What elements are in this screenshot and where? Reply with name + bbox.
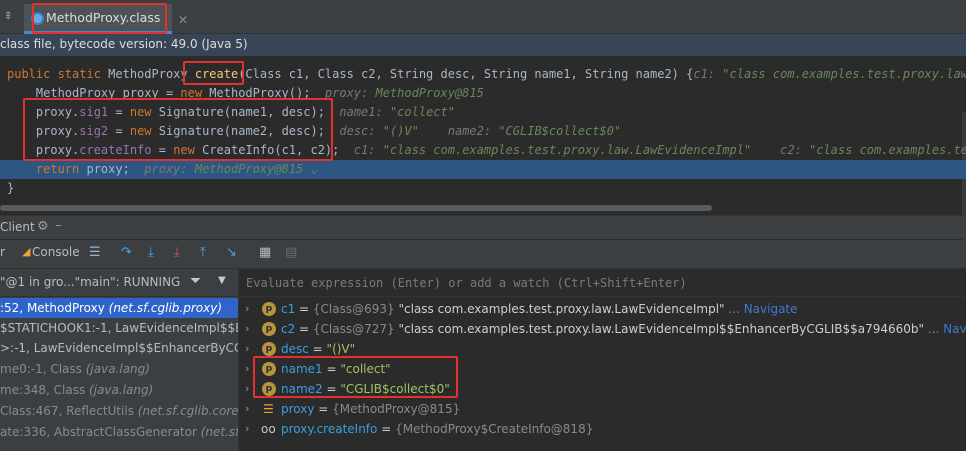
chevron-down-icon[interactable]: ▼ xyxy=(218,275,226,286)
variable-row[interactable]: › p desc = "()V" xyxy=(239,339,966,359)
parameter-icon: p xyxy=(262,362,276,376)
variable-row[interactable]: › p c2 = {Class@727} "class com.examples… xyxy=(239,319,966,339)
thread-status: "@1 in gro..."main": RUNNING xyxy=(0,275,181,289)
variable-row[interactable]: › oo proxy.createInfo = {MethodProxy$Cre… xyxy=(239,419,966,439)
step-over-icon[interactable]: ↷ xyxy=(121,245,132,260)
code-line-4: proxy.sig2 = new Signature(name2, desc);… xyxy=(7,124,622,138)
step-into-icon[interactable]: ⤓ xyxy=(148,245,154,260)
frame-item[interactable]: $STATICHOOK1:-1, LawEvidenceImpl$$En xyxy=(0,318,238,338)
variable-row[interactable]: › p name1 = "collect" xyxy=(239,359,966,379)
variable-row[interactable]: › ☰ proxy = {MethodProxy@815} xyxy=(239,399,966,419)
field-icon: ☰ xyxy=(263,402,274,416)
variable-row[interactable]: › p name2 = "CGLIB$collect$0" xyxy=(239,379,966,399)
watch-icon: oo xyxy=(261,422,276,436)
parameter-icon: p xyxy=(262,322,276,336)
expand-arrow-icon[interactable]: › xyxy=(245,319,249,339)
frame-item[interactable] xyxy=(0,443,238,451)
panel-title: Client xyxy=(0,220,35,234)
run-to-cursor-icon[interactable]: ↘ xyxy=(226,245,237,260)
debug-toolbar: r ◢ Console ☰ ↷ ⤓ ⤓ ⤒ ↘ ▦ ▤ xyxy=(0,240,966,269)
gear-icon[interactable]: ⚙ xyxy=(37,219,49,234)
expand-arrow-icon[interactable]: › xyxy=(245,359,249,379)
code-line-2: MethodProxy proxy = new MethodProxy(); p… xyxy=(7,86,484,100)
parameter-icon: p xyxy=(262,382,276,396)
evaluate-placeholder: Evaluate expression (Enter) or add a wat… xyxy=(246,276,687,290)
tab-methodproxy-class[interactable]: MethodProxy.class ✕ xyxy=(24,4,188,34)
minimize-icon[interactable]: – xyxy=(55,218,62,233)
step-out-icon[interactable]: ⤒ xyxy=(200,245,206,260)
frame-item[interactable]: me0:-1, Class (java.lang) xyxy=(0,359,238,379)
frames-list: :52, MethodProxy (net.sf.cglib.proxy) $S… xyxy=(0,297,238,451)
console-icon: ◢ xyxy=(22,245,31,258)
frame-item[interactable]: me:348, Class (java.lang) xyxy=(0,380,238,400)
class-file-icon xyxy=(31,12,44,25)
code-line-3: proxy.sig1 = new Signature(name1, desc);… xyxy=(7,105,455,119)
code-line-6: return proxy; proxy: MethodProxy@815 ⌄ xyxy=(7,162,318,176)
expand-arrow-icon[interactable]: › xyxy=(245,419,249,439)
variable-row[interactable]: › p c1 = {Class@693} "class com.examples… xyxy=(239,299,966,319)
expand-arrow-icon[interactable]: › xyxy=(245,299,249,319)
horizontal-scrollbar[interactable] xyxy=(0,205,712,211)
parameter-icon: p xyxy=(262,342,276,356)
tab-title: MethodProxy.class xyxy=(46,10,161,25)
expand-arrow-icon[interactable]: › xyxy=(245,379,249,399)
debug-panel-header: Client ⚙ – xyxy=(0,215,966,239)
editor-tab-bar: ⇞ MethodProxy.class ✕ xyxy=(0,0,966,34)
frame-item[interactable]: >:-1, LawEvidenceImpl$$EnhancerByCGLI xyxy=(0,338,238,358)
parameter-icon: p xyxy=(262,302,276,316)
code-line-5: proxy.createInfo = new CreateInfo(c1, c2… xyxy=(7,143,966,157)
code-editor[interactable]: public static MethodProxy create(Class c… xyxy=(0,56,966,262)
tab-console[interactable]: Console xyxy=(32,245,80,259)
evaluate-icon[interactable]: ▦ xyxy=(259,245,271,260)
bytecode-info-bar: class file, bytecode version: 49.0 (Java… xyxy=(0,34,966,56)
menu-icon[interactable]: ☰ xyxy=(89,245,101,260)
pin-icon[interactable]: ⇞ xyxy=(3,9,13,23)
expand-arrow-icon[interactable]: › xyxy=(245,339,249,359)
frame-item[interactable]: ate:336, AbstractClassGenerator (net.sf.… xyxy=(0,422,238,442)
filter-icon[interactable]: ⏷ xyxy=(190,273,201,289)
force-step-into-icon[interactable]: ⤓ xyxy=(174,245,180,260)
thread-selector[interactable]: "@1 in gro..."main": RUNNING ⏷ ▼ xyxy=(0,269,238,297)
frame-item[interactable]: Class:467, ReflectUtils (net.sf.cglib.co… xyxy=(0,401,238,421)
navigate-link[interactable]: Navigate xyxy=(943,322,966,336)
code-line-1: public static MethodProxy create(Class c… xyxy=(7,67,966,81)
debugger-tab[interactable]: r xyxy=(0,245,5,259)
variables-tree: › p c1 = {Class@693} "class com.examples… xyxy=(239,297,966,451)
frame-item[interactable]: :52, MethodProxy (net.sf.cglib.proxy) xyxy=(0,298,238,318)
chevron-down-icon[interactable]: ⌄ xyxy=(303,162,317,176)
navigate-link[interactable]: Navigate xyxy=(744,302,798,316)
trace-icon[interactable]: ▤ xyxy=(285,245,297,260)
evaluate-expression-field[interactable]: Evaluate expression (Enter) or add a wat… xyxy=(239,269,966,297)
expand-arrow-icon[interactable]: › xyxy=(245,399,249,419)
code-line-7: } xyxy=(7,181,15,195)
close-icon[interactable]: ✕ xyxy=(178,13,188,27)
